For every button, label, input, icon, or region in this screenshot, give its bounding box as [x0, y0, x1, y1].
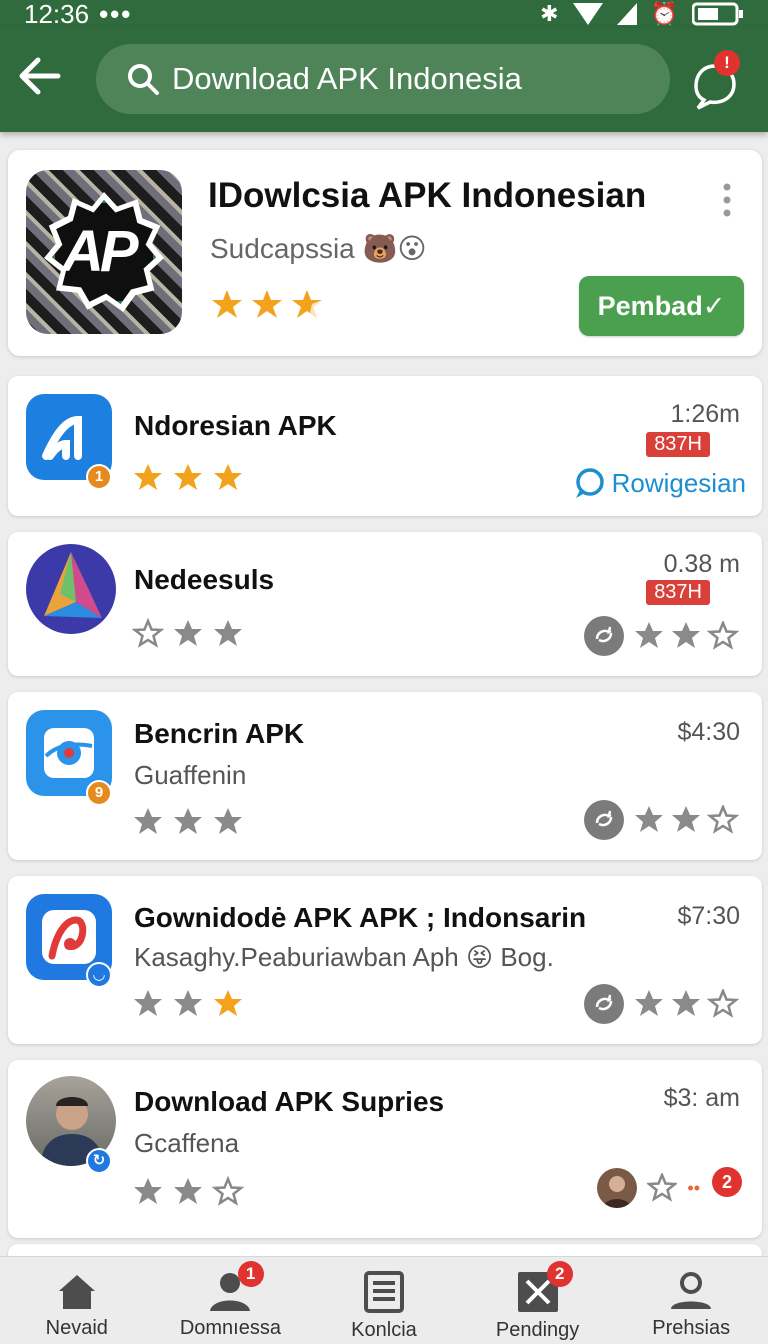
star-half-icon [292, 290, 322, 318]
item-tag: 837H [646, 432, 710, 457]
featured-app-icon: AP [26, 170, 182, 334]
featured-app-title: IDowlcsia APK Indonesian [208, 176, 647, 215]
item-actions [584, 616, 744, 656]
featured-app-card[interactable]: AP IDowlcsia APK Indonesian Sudcapssia 🐻… [8, 150, 762, 356]
app-name: Ndoresian APK [134, 410, 337, 441]
list-item[interactable]: 1 Ndoresian APK 1:26m 837H Rowigesian [8, 376, 762, 516]
nav-tab-list[interactable]: Konlcia [307, 1257, 461, 1344]
search-text: Download APK Indonesia [172, 61, 522, 96]
bottom-nav: Nevaid 1 Domnıessa Konlcia 2 Pendingy Pr… [0, 1256, 768, 1344]
nav-tab-people[interactable]: 1 Domnıessa [154, 1257, 308, 1344]
star-icon [252, 290, 282, 318]
home-icon [58, 1275, 95, 1309]
bluetooth-icon: ✱ [540, 1, 559, 26]
list-item[interactable]: ◡ Gownidodė APK APK ; Indonsarin Kasaghy… [8, 876, 762, 1044]
item-time: 1:26m [670, 400, 740, 428]
status-time: 12:36 [24, 0, 90, 29]
status-dots: ••• [99, 0, 133, 29]
system-icons: ✱ ⏰ [540, 1, 744, 27]
wifi-icon [572, 3, 603, 25]
refresh-icon[interactable] [584, 800, 624, 840]
dot-icon: •• [687, 1177, 700, 1198]
item-time: 0.38 m [663, 550, 740, 578]
item-time: $3: am [663, 1084, 740, 1112]
app-bar: Download APK Indonesia ! [0, 28, 768, 132]
chat-badge: ! [714, 50, 740, 76]
icon-badge: 9 [86, 780, 112, 806]
item-actions [584, 984, 744, 1024]
status-bar: 12:36 ••• ✱ ⏰ [0, 0, 768, 29]
reviews-label: Rowigesian [611, 467, 746, 498]
app-name: Nedeesuls [134, 564, 275, 595]
item-time: $7:30 [677, 902, 740, 930]
heart-badge-icon: ◡ [86, 962, 112, 988]
signal-icon [616, 3, 637, 25]
chat-circle-icon [575, 468, 604, 498]
list-item[interactable]: ↻ Download APK Supries Gcaffena $3: am •… [8, 1060, 762, 1238]
app-desc: Guaffenin [134, 760, 247, 790]
app-desc: Gcaffena [134, 1128, 240, 1158]
back-arrow-icon[interactable] [18, 54, 62, 98]
download-button[interactable]: Pembad✓ [579, 276, 744, 336]
notification-icon[interactable]: 2 [710, 1167, 744, 1205]
featured-rating [210, 288, 340, 327]
item-actions: •• 2 [597, 1167, 744, 1208]
search-bar[interactable]: Download APK Indonesia [96, 44, 670, 114]
app-name: Bencrin APK [134, 718, 305, 749]
nav-tab-profile[interactable]: Prehsias [614, 1257, 768, 1344]
app-icon [26, 544, 116, 634]
star-outline-icon [647, 1173, 678, 1202]
icon-badge: 1 [86, 464, 112, 490]
list-icon [363, 1271, 404, 1313]
featured-subtitle-text: Sudcapssia [210, 233, 355, 264]
star-icon [212, 290, 242, 318]
rating-stars [132, 806, 252, 843]
app-name: Gownidodė APK APK ; Indonsarin [134, 902, 587, 933]
featured-app-icon-text: AP [62, 219, 139, 284]
chat-button[interactable]: ! [690, 50, 740, 110]
nav-tab-home[interactable]: Nevaid [0, 1257, 154, 1344]
rating-stars [132, 1175, 252, 1213]
search-icon [128, 64, 159, 95]
reviews-link[interactable]: Rowigesian [572, 466, 746, 500]
alarm-icon: ⏰ [650, 1, 678, 26]
nav-badge: 2 [546, 1261, 573, 1287]
item-actions [584, 800, 744, 840]
action-badge: 2 [712, 1167, 742, 1197]
nav-tab-pending[interactable]: 2 Pendingy [461, 1257, 615, 1344]
battery-icon [692, 2, 743, 26]
user-avatar-small[interactable] [597, 1168, 638, 1208]
item-tag: 837H [646, 580, 710, 605]
refresh-badge-icon: ↻ [86, 1148, 112, 1174]
featured-app-subtitle: Sudcapssia 🐻😮 [210, 232, 427, 265]
more-vert-icon[interactable] [720, 182, 734, 218]
rating-stars [131, 617, 252, 655]
refresh-icon[interactable] [584, 984, 624, 1024]
rating-stars [132, 462, 252, 499]
app-name: Download APK Supries [134, 1086, 445, 1117]
app-desc: Kasaghy.Peaburiawban Aph 😝 Bog. [134, 942, 554, 972]
item-time: $4:30 [677, 718, 740, 746]
list-item[interactable]: 9 Bencrin APK Guaffenin $4:30 [8, 692, 762, 860]
refresh-icon[interactable] [584, 616, 624, 656]
rating-stars [132, 988, 252, 1025]
nav-badge: 1 [237, 1261, 264, 1287]
desc-emoji: 😝 [466, 942, 494, 972]
featured-subtitle-emojis: 🐻😮 [362, 233, 427, 264]
profile-icon [671, 1272, 712, 1309]
list-item[interactable]: Nedeesuls 0.38 m 837H [8, 532, 762, 676]
